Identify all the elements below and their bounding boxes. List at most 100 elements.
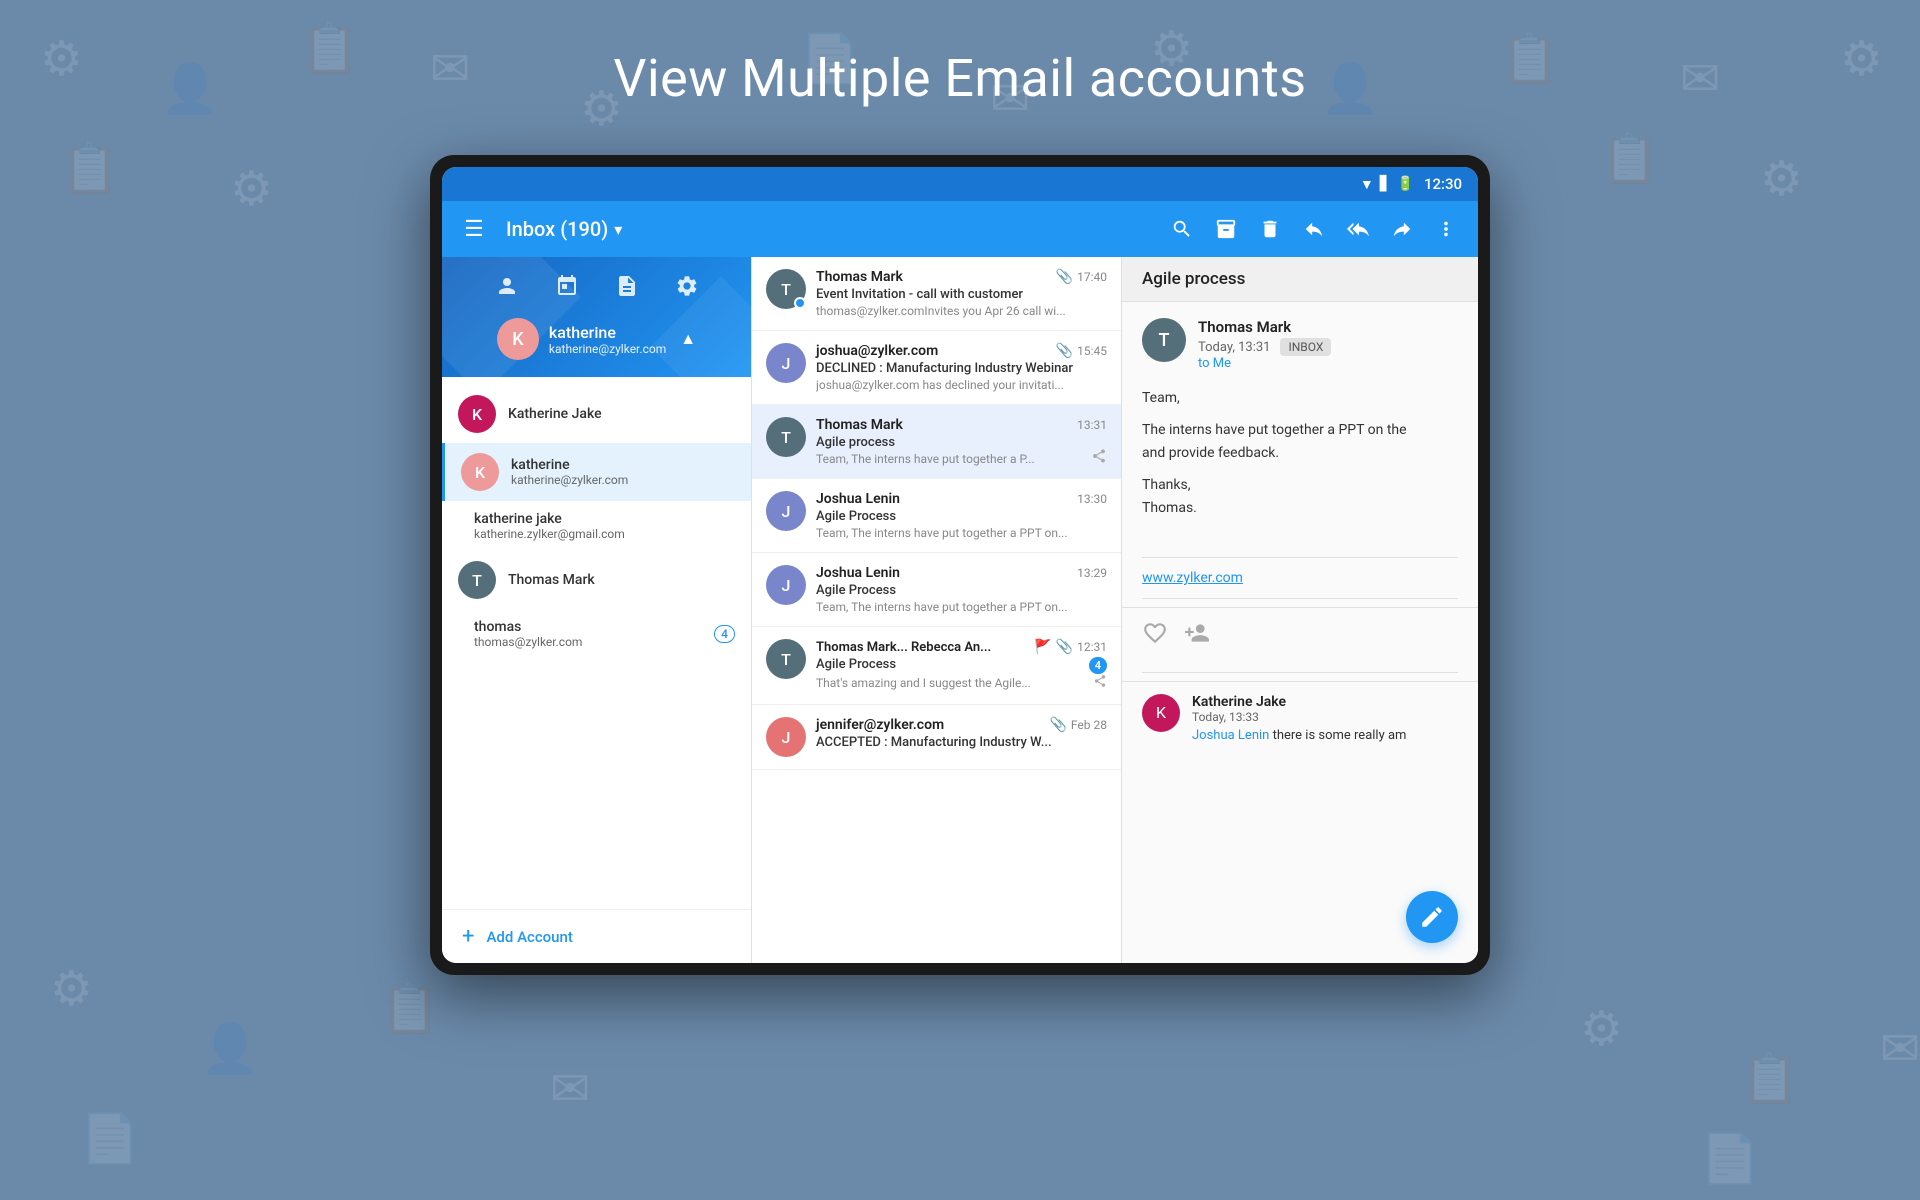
avatar-katherine-jake: K: [458, 395, 496, 433]
account-details-katherine-gmail: katherine jake katherine.zylker@gmail.co…: [474, 511, 735, 541]
email-header-3: Joshua Lenin 13:30: [816, 491, 1107, 507]
reply-info: Katherine Jake Today, 13:33 Joshua Lenin…: [1192, 694, 1458, 743]
account-item-katherine-jake[interactable]: K Katherine Jake: [442, 385, 751, 443]
email-preview-3: Team, The interns have put together a PP…: [816, 526, 1107, 540]
bg-icon-14: ⚙: [230, 160, 273, 217]
compose-fab-button[interactable]: [1406, 891, 1458, 943]
forward-button[interactable]: [1382, 209, 1422, 249]
contacts-nav-icon[interactable]: [495, 274, 519, 304]
email-content-6: jennifer@zylker.com 📎 Feb 28 ACCEPTED : …: [816, 717, 1107, 752]
email-item-2[interactable]: T Thomas Mark 13:31 Agile process Team, …: [752, 405, 1121, 479]
account-item-thomas[interactable]: thomas thomas@zylker.com 4: [442, 609, 751, 659]
to-me-label: to Me: [1198, 356, 1458, 371]
avatar-thomas-mark: T: [458, 561, 496, 599]
detail-divider-3: [1142, 672, 1458, 673]
bg-icon-13: 📋: [60, 140, 120, 197]
add-person-button[interactable]: [1184, 620, 1210, 652]
email-header-2: Thomas Mark 13:31: [816, 417, 1107, 433]
email-item-1[interactable]: J joshua@zylker.com 📎 15:45 DECLINED : M…: [752, 331, 1121, 405]
add-account-button[interactable]: + Add Account: [442, 909, 751, 963]
reply-button[interactable]: [1294, 209, 1334, 249]
bg-icon-15: 📋: [1600, 130, 1660, 187]
email-header-6: jennifer@zylker.com 📎 Feb 28: [816, 717, 1107, 733]
bg-icon-19: 📋: [380, 980, 440, 1037]
settings-nav-icon[interactable]: [675, 274, 699, 304]
active-account-info[interactable]: K katherine katherine@zylker.com ▲: [497, 318, 696, 360]
status-icons: ▼ ▋ 🔋 12:30: [1360, 175, 1462, 193]
thomas-badge: 4: [714, 625, 735, 643]
status-time: 12:30: [1424, 175, 1462, 193]
account-details-thomas: thomas thomas@zylker.com: [474, 619, 702, 649]
delete-button[interactable]: [1250, 209, 1290, 249]
attachment-icon-0: 📎: [1056, 269, 1073, 285]
account-items: K Katherine Jake K katherine katherine@z…: [442, 377, 751, 909]
archive-button[interactable]: [1206, 209, 1246, 249]
detail-sender-info: Thomas Mark Today, 13:31 INBOX to Me: [1198, 318, 1458, 371]
status-bar: ▼ ▋ 🔋 12:30: [442, 167, 1478, 201]
account-item-katherine-selected[interactable]: K katherine katherine@zylker.com: [442, 443, 751, 501]
reply-avatar: K: [1142, 694, 1180, 732]
expand-icon: ▲: [680, 329, 696, 349]
body-greeting: Team,: [1142, 387, 1458, 409]
email-subject-3: Agile Process: [816, 509, 1107, 524]
notes-nav-icon[interactable]: [615, 274, 639, 304]
email-badge-5: 4: [1089, 657, 1107, 674]
reply-all-button[interactable]: [1338, 209, 1378, 249]
bg-icon-23: ✉: [1880, 1020, 1920, 1077]
account-item-katherine-gmail[interactable]: katherine jake katherine.zylker@gmail.co…: [442, 501, 751, 551]
account-item-thomas-mark[interactable]: T Thomas Mark: [442, 551, 751, 609]
bg-icon-21: ⚙: [1580, 1000, 1623, 1057]
account-details-thomas-mark: Thomas Mark: [508, 572, 735, 588]
email-subject-6: ACCEPTED : Manufacturing Industry W...: [816, 735, 1107, 750]
bg-icon-18: 👤: [200, 1020, 260, 1077]
attachment-icon-5: 📎: [1056, 639, 1073, 655]
flag-icon-5: 🚩: [1034, 639, 1051, 655]
more-button[interactable]: [1426, 209, 1466, 249]
detail-sender-avatar: T: [1142, 318, 1186, 362]
detail-divider-2: [1142, 598, 1458, 599]
tablet-frame: ▼ ▋ 🔋 12:30 ☰ Inbox (190) ▾: [430, 155, 1490, 975]
bg-icon-20: ✉: [550, 1060, 590, 1117]
wifi-icon: ▼: [1360, 176, 1374, 193]
bg-icon-17: ⚙: [50, 960, 93, 1017]
email-avatar-0: T: [766, 269, 806, 309]
share-icon-5: [1093, 674, 1107, 692]
email-item-3[interactable]: J Joshua Lenin 13:30 Agile Process Team,…: [752, 479, 1121, 553]
email-list: T Thomas Mark 📎 17:40 Event Invitation -…: [752, 257, 1122, 963]
bg-icon-22: 📋: [1740, 1050, 1800, 1107]
attachment-icon-6: 📎: [1049, 717, 1066, 733]
unread-dot-0: [794, 297, 806, 309]
search-button[interactable]: [1162, 209, 1202, 249]
email-item-5[interactable]: T Thomas Mark... Rebecca An... 🚩 📎 12:31…: [752, 627, 1121, 705]
detail-divider: [1142, 557, 1458, 558]
active-account-avatar: K: [497, 318, 539, 360]
email-subject-0: Event Invitation - call with customer: [816, 287, 1107, 302]
email-preview-0: thomas@zylker.comInvites you Apr 26 call…: [816, 304, 1107, 318]
detail-link[interactable]: www.zylker.com: [1122, 566, 1478, 590]
email-detail: Agile process T Thomas Mark Today, 13:31…: [1122, 257, 1478, 963]
email-avatar-5: T: [766, 639, 806, 679]
bg-icon-16: ⚙: [1760, 150, 1803, 207]
email-preview-5: That's amazing and I suggest the Agile..…: [816, 676, 1093, 690]
email-avatar-2: T: [766, 417, 806, 457]
menu-button[interactable]: ☰: [454, 209, 494, 249]
sidebar: K katherine katherine@zylker.com ▲ K: [442, 257, 752, 963]
email-header-1: joshua@zylker.com 📎 15:45: [816, 343, 1107, 359]
add-icon: +: [462, 924, 474, 949]
email-item-4[interactable]: J Joshua Lenin 13:29 Agile Process Team,…: [752, 553, 1121, 627]
main-content: K katherine katherine@zylker.com ▲ K: [442, 257, 1478, 963]
email-item-6[interactable]: J jennifer@zylker.com 📎 Feb 28 ACCEPTED …: [752, 705, 1121, 770]
add-account-label: Add Account: [486, 928, 572, 946]
inbox-title: Inbox (190) ▾: [506, 217, 622, 241]
bg-icon-24: 📄: [80, 1110, 140, 1167]
share-icon-2: [1091, 448, 1107, 468]
email-preview-4: Team, The interns have put together a PP…: [816, 600, 1107, 614]
account-details-katherine-selected: katherine katherine@zylker.com: [511, 457, 735, 487]
email-subject-4: Agile Process: [816, 583, 1107, 598]
email-item-0[interactable]: T Thomas Mark 📎 17:40 Event Invitation -…: [752, 257, 1121, 331]
email-subject-1: DECLINED : Manufacturing Industry Webina…: [816, 361, 1107, 376]
detail-subject-bar: Agile process: [1122, 257, 1478, 302]
calendar-nav-icon[interactable]: [555, 274, 579, 304]
favorite-button[interactable]: [1142, 620, 1168, 652]
reply-section: K Katherine Jake Today, 13:33 Joshua Len…: [1122, 681, 1478, 755]
